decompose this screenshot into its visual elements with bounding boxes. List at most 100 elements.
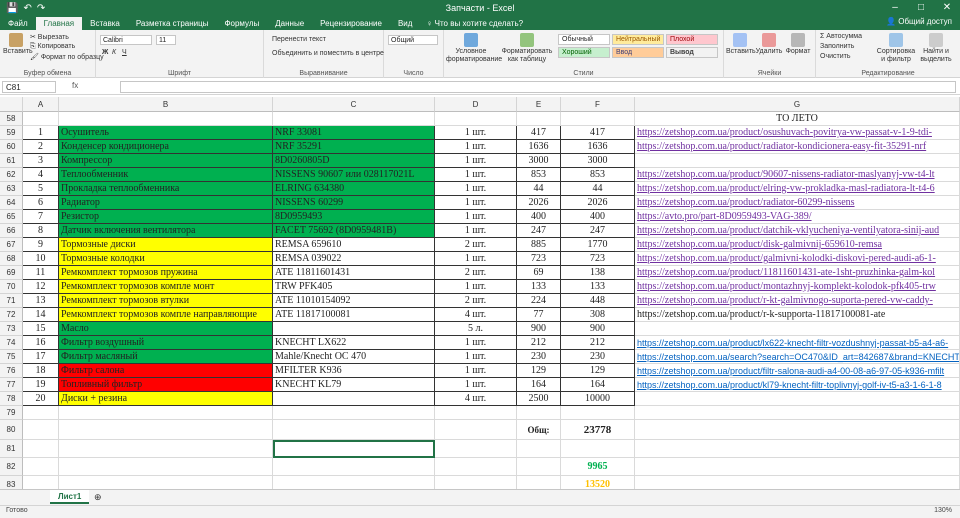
table-cell[interactable]: 1636 [561,140,635,154]
table-cell[interactable]: 723 [517,252,561,266]
table-cell[interactable]: 1 шт. [435,168,517,182]
share-button[interactable]: 👤 Общий доступ [886,17,952,26]
link-cell[interactable] [635,154,960,168]
col-header-e[interactable]: E [517,97,561,112]
table-cell[interactable]: 69 [517,266,561,280]
row-header[interactable]: 83 [0,476,23,489]
grid-cell[interactable] [435,406,517,420]
row-header[interactable]: 59 [0,126,23,140]
table-cell[interactable]: 224 [517,294,561,308]
table-cell[interactable]: Ремкомплект тормозов компле монт [59,280,273,294]
table-cell[interactable]: 164 [561,378,635,392]
table-cell[interactable] [273,392,435,406]
table-cell[interactable]: 1 шт. [435,210,517,224]
cut-button[interactable]: ✂ Вырезать [30,33,69,41]
table-cell[interactable]: 2 шт. [435,294,517,308]
link-cell[interactable]: https://zetshop.com.ua/product/datchik-v… [635,224,960,238]
insert-cells-button[interactable]: Вставить [726,33,756,56]
tab-insert[interactable]: Вставка [82,17,128,30]
row-header[interactable]: 66 [0,224,23,238]
link-cell[interactable]: https://zetshop.com.ua/product/filtr-sal… [635,364,960,378]
table-cell[interactable]: 230 [561,350,635,364]
table-cell[interactable]: 16 [23,336,59,350]
selected-cell[interactable] [273,440,435,458]
table-cell[interactable]: 3 [23,154,59,168]
table-cell[interactable]: 14 [23,308,59,322]
table-cell[interactable]: MFILTER K936 [273,364,435,378]
grid-cell[interactable] [59,476,273,489]
table-cell[interactable]: 7 [23,210,59,224]
link-cell[interactable]: https://zetshop.com.ua/product/r-k-suppo… [635,308,960,322]
yellow-total[interactable]: 13520 [561,476,635,489]
grid-cell[interactable] [635,476,960,489]
table-cell[interactable]: 133 [561,280,635,294]
table-cell[interactable]: ATE 11817100081 [273,308,435,322]
grid-cell[interactable] [517,458,561,476]
table-cell[interactable]: 400 [561,210,635,224]
table-cell[interactable]: 1 шт. [435,252,517,266]
grid-cell[interactable] [23,406,59,420]
conditional-format-button[interactable]: Условное форматирование [446,33,502,64]
grid-cell[interactable] [517,406,561,420]
table-cell[interactable]: 1 [23,126,59,140]
row-header[interactable]: 60 [0,140,23,154]
table-cell[interactable]: 2 [23,140,59,154]
grid-cell[interactable] [435,112,517,126]
grid-cell[interactable] [635,406,960,420]
row-header[interactable]: 69 [0,266,23,280]
grid-cell[interactable] [435,440,517,458]
table-cell[interactable]: 4 шт. [435,308,517,322]
link-cell[interactable]: https://zetshop.com.ua/search?search=OC4… [635,350,960,364]
autosum-button[interactable]: Σ Автосумма [820,33,862,40]
grid-cell[interactable] [273,406,435,420]
table-cell[interactable]: 900 [517,322,561,336]
table-cell[interactable]: Конденсер кондиционера [59,140,273,154]
grid-cell[interactable] [561,112,635,126]
table-cell[interactable]: Ремкомплект тормозов компле направляющие [59,308,273,322]
row-header[interactable]: 79 [0,406,23,420]
col-header-c[interactable]: C [273,97,435,112]
link-cell[interactable]: https://zetshop.com.ua/product/r-kt-galm… [635,294,960,308]
table-cell[interactable]: Компрессор [59,154,273,168]
grid-cell[interactable] [23,476,59,489]
col-header-g[interactable]: G [635,97,960,112]
link-cell[interactable] [635,392,960,406]
grid-cell[interactable] [635,420,960,440]
style-input[interactable]: Ввод [612,47,664,58]
table-cell[interactable]: Масло [59,322,273,336]
table-cell[interactable]: 247 [517,224,561,238]
row-header[interactable]: 63 [0,182,23,196]
sheet-tab-1[interactable]: Лист1 [50,490,90,504]
table-cell[interactable]: ATE 11010154092 [273,294,435,308]
find-select-button[interactable]: Найти и выделить [916,33,956,64]
table-cell[interactable]: 17 [23,350,59,364]
table-cell[interactable]: 1 шт. [435,364,517,378]
grid-cell[interactable] [23,440,59,458]
style-neutral[interactable]: Нейтральный [612,34,664,45]
col-header-a[interactable]: A [23,97,59,112]
table-cell[interactable]: 13 [23,294,59,308]
table-cell[interactable]: 1 шт. [435,378,517,392]
table-cell[interactable]: 77 [517,308,561,322]
table-cell[interactable]: Фильтр воздушный [59,336,273,350]
table-cell[interactable]: 212 [517,336,561,350]
grid-cell[interactable] [561,406,635,420]
table-cell[interactable]: Ремкомплект тормозов пружина [59,266,273,280]
row-header[interactable]: 82 [0,458,23,476]
table-cell[interactable]: 1636 [517,140,561,154]
grid-cell[interactable] [23,112,59,126]
table-cell[interactable]: 1 шт. [435,280,517,294]
table-cell[interactable]: 853 [561,168,635,182]
table-cell[interactable]: 12 [23,280,59,294]
table-cell[interactable]: 230 [517,350,561,364]
table-cell[interactable]: 853 [517,168,561,182]
table-cell[interactable]: 10000 [561,392,635,406]
table-cell[interactable]: 6 [23,196,59,210]
table-cell[interactable]: Осушитель [59,126,273,140]
tab-formulas[interactable]: Формулы [216,17,267,30]
link-cell[interactable]: https://zetshop.com.ua/product/montazhny… [635,280,960,294]
format-painter-button[interactable]: 🖌 Формат по образцу [30,53,104,61]
table-cell[interactable]: 1 шт. [435,336,517,350]
clear-button[interactable]: Очистить [820,53,850,60]
link-cell[interactable]: https://zetshop.com.ua/product/disk-galm… [635,238,960,252]
